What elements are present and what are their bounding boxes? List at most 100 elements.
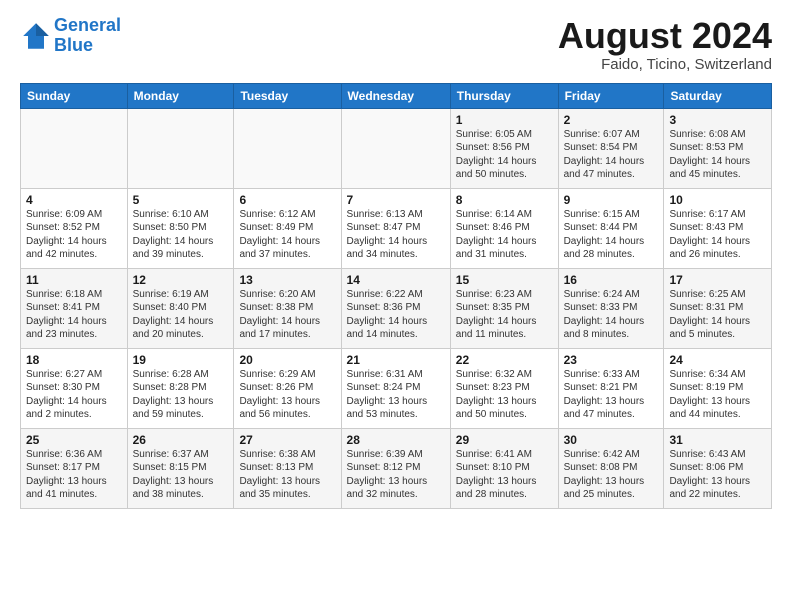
day-number: 7 (347, 193, 445, 207)
day-number: 2 (564, 113, 659, 127)
calendar-cell: 8Sunrise: 6:14 AM Sunset: 8:46 PM Daylig… (450, 188, 558, 268)
day-number: 5 (133, 193, 229, 207)
day-number: 3 (669, 113, 766, 127)
day-number: 16 (564, 273, 659, 287)
calendar-cell: 9Sunrise: 6:15 AM Sunset: 8:44 PM Daylig… (558, 188, 664, 268)
col-monday: Monday (127, 83, 234, 108)
day-info: Sunrise: 6:12 AM Sunset: 8:49 PM Dayligh… (239, 208, 335, 262)
page: General Blue August 2024 Faido, Ticino, … (0, 0, 792, 521)
calendar-cell: 16Sunrise: 6:24 AM Sunset: 8:33 PM Dayli… (558, 268, 664, 348)
col-thursday: Thursday (450, 83, 558, 108)
calendar-cell: 6Sunrise: 6:12 AM Sunset: 8:49 PM Daylig… (234, 188, 341, 268)
logo: General Blue (20, 16, 121, 56)
calendar-cell: 28Sunrise: 6:39 AM Sunset: 8:12 PM Dayli… (341, 428, 450, 508)
week-row-5: 25Sunrise: 6:36 AM Sunset: 8:17 PM Dayli… (21, 428, 772, 508)
calendar-cell: 23Sunrise: 6:33 AM Sunset: 8:21 PM Dayli… (558, 348, 664, 428)
day-info: Sunrise: 6:42 AM Sunset: 8:08 PM Dayligh… (564, 448, 659, 502)
calendar-cell: 20Sunrise: 6:29 AM Sunset: 8:26 PM Dayli… (234, 348, 341, 428)
day-info: Sunrise: 6:14 AM Sunset: 8:46 PM Dayligh… (456, 208, 553, 262)
day-info: Sunrise: 6:13 AM Sunset: 8:47 PM Dayligh… (347, 208, 445, 262)
calendar-cell: 13Sunrise: 6:20 AM Sunset: 8:38 PM Dayli… (234, 268, 341, 348)
calendar-cell (234, 108, 341, 188)
day-number: 18 (26, 353, 122, 367)
day-number: 20 (239, 353, 335, 367)
day-info: Sunrise: 6:37 AM Sunset: 8:15 PM Dayligh… (133, 448, 229, 502)
day-info: Sunrise: 6:39 AM Sunset: 8:12 PM Dayligh… (347, 448, 445, 502)
day-number: 19 (133, 353, 229, 367)
calendar-cell: 26Sunrise: 6:37 AM Sunset: 8:15 PM Dayli… (127, 428, 234, 508)
calendar-cell: 29Sunrise: 6:41 AM Sunset: 8:10 PM Dayli… (450, 428, 558, 508)
day-number: 6 (239, 193, 335, 207)
header: General Blue August 2024 Faido, Ticino, … (20, 16, 772, 73)
calendar-cell: 31Sunrise: 6:43 AM Sunset: 8:06 PM Dayli… (664, 428, 772, 508)
week-row-2: 4Sunrise: 6:09 AM Sunset: 8:52 PM Daylig… (21, 188, 772, 268)
calendar-cell: 15Sunrise: 6:23 AM Sunset: 8:35 PM Dayli… (450, 268, 558, 348)
day-info: Sunrise: 6:41 AM Sunset: 8:10 PM Dayligh… (456, 448, 553, 502)
day-info: Sunrise: 6:23 AM Sunset: 8:35 PM Dayligh… (456, 288, 553, 342)
calendar-cell: 4Sunrise: 6:09 AM Sunset: 8:52 PM Daylig… (21, 188, 128, 268)
day-info: Sunrise: 6:17 AM Sunset: 8:43 PM Dayligh… (669, 208, 766, 262)
calendar-cell: 5Sunrise: 6:10 AM Sunset: 8:50 PM Daylig… (127, 188, 234, 268)
title-block: August 2024 Faido, Ticino, Switzerland (558, 16, 772, 73)
day-info: Sunrise: 6:08 AM Sunset: 8:53 PM Dayligh… (669, 128, 766, 182)
col-friday: Friday (558, 83, 664, 108)
calendar-cell: 3Sunrise: 6:08 AM Sunset: 8:53 PM Daylig… (664, 108, 772, 188)
day-info: Sunrise: 6:43 AM Sunset: 8:06 PM Dayligh… (669, 448, 766, 502)
day-number: 4 (26, 193, 122, 207)
day-info: Sunrise: 6:07 AM Sunset: 8:54 PM Dayligh… (564, 128, 659, 182)
logo-icon (20, 20, 52, 52)
calendar-cell (341, 108, 450, 188)
col-wednesday: Wednesday (341, 83, 450, 108)
calendar-cell: 30Sunrise: 6:42 AM Sunset: 8:08 PM Dayli… (558, 428, 664, 508)
day-number: 29 (456, 433, 553, 447)
calendar-cell: 25Sunrise: 6:36 AM Sunset: 8:17 PM Dayli… (21, 428, 128, 508)
day-info: Sunrise: 6:38 AM Sunset: 8:13 PM Dayligh… (239, 448, 335, 502)
day-number: 15 (456, 273, 553, 287)
calendar-cell: 11Sunrise: 6:18 AM Sunset: 8:41 PM Dayli… (21, 268, 128, 348)
day-number: 31 (669, 433, 766, 447)
day-number: 1 (456, 113, 553, 127)
calendar-cell: 18Sunrise: 6:27 AM Sunset: 8:30 PM Dayli… (21, 348, 128, 428)
main-title: August 2024 (558, 16, 772, 56)
calendar-cell: 7Sunrise: 6:13 AM Sunset: 8:47 PM Daylig… (341, 188, 450, 268)
day-number: 14 (347, 273, 445, 287)
day-info: Sunrise: 6:32 AM Sunset: 8:23 PM Dayligh… (456, 368, 553, 422)
calendar-header-row: Sunday Monday Tuesday Wednesday Thursday… (21, 83, 772, 108)
col-sunday: Sunday (21, 83, 128, 108)
calendar-cell (21, 108, 128, 188)
week-row-3: 11Sunrise: 6:18 AM Sunset: 8:41 PM Dayli… (21, 268, 772, 348)
day-number: 13 (239, 273, 335, 287)
day-number: 8 (456, 193, 553, 207)
day-info: Sunrise: 6:25 AM Sunset: 8:31 PM Dayligh… (669, 288, 766, 342)
day-number: 10 (669, 193, 766, 207)
calendar-cell: 21Sunrise: 6:31 AM Sunset: 8:24 PM Dayli… (341, 348, 450, 428)
day-number: 11 (26, 273, 122, 287)
calendar-cell: 14Sunrise: 6:22 AM Sunset: 8:36 PM Dayli… (341, 268, 450, 348)
week-row-1: 1Sunrise: 6:05 AM Sunset: 8:56 PM Daylig… (21, 108, 772, 188)
calendar-cell: 12Sunrise: 6:19 AM Sunset: 8:40 PM Dayli… (127, 268, 234, 348)
calendar-cell: 2Sunrise: 6:07 AM Sunset: 8:54 PM Daylig… (558, 108, 664, 188)
day-info: Sunrise: 6:29 AM Sunset: 8:26 PM Dayligh… (239, 368, 335, 422)
day-number: 9 (564, 193, 659, 207)
day-info: Sunrise: 6:24 AM Sunset: 8:33 PM Dayligh… (564, 288, 659, 342)
day-number: 21 (347, 353, 445, 367)
day-number: 17 (669, 273, 766, 287)
day-number: 22 (456, 353, 553, 367)
day-number: 23 (564, 353, 659, 367)
day-info: Sunrise: 6:18 AM Sunset: 8:41 PM Dayligh… (26, 288, 122, 342)
subtitle: Faido, Ticino, Switzerland (558, 56, 772, 73)
day-info: Sunrise: 6:10 AM Sunset: 8:50 PM Dayligh… (133, 208, 229, 262)
day-info: Sunrise: 6:34 AM Sunset: 8:19 PM Dayligh… (669, 368, 766, 422)
calendar-cell (127, 108, 234, 188)
day-number: 12 (133, 273, 229, 287)
day-info: Sunrise: 6:31 AM Sunset: 8:24 PM Dayligh… (347, 368, 445, 422)
day-number: 26 (133, 433, 229, 447)
col-tuesday: Tuesday (234, 83, 341, 108)
day-info: Sunrise: 6:33 AM Sunset: 8:21 PM Dayligh… (564, 368, 659, 422)
day-info: Sunrise: 6:20 AM Sunset: 8:38 PM Dayligh… (239, 288, 335, 342)
calendar-cell: 22Sunrise: 6:32 AM Sunset: 8:23 PM Dayli… (450, 348, 558, 428)
day-info: Sunrise: 6:05 AM Sunset: 8:56 PM Dayligh… (456, 128, 553, 182)
day-info: Sunrise: 6:28 AM Sunset: 8:28 PM Dayligh… (133, 368, 229, 422)
calendar-cell: 17Sunrise: 6:25 AM Sunset: 8:31 PM Dayli… (664, 268, 772, 348)
calendar-cell: 24Sunrise: 6:34 AM Sunset: 8:19 PM Dayli… (664, 348, 772, 428)
